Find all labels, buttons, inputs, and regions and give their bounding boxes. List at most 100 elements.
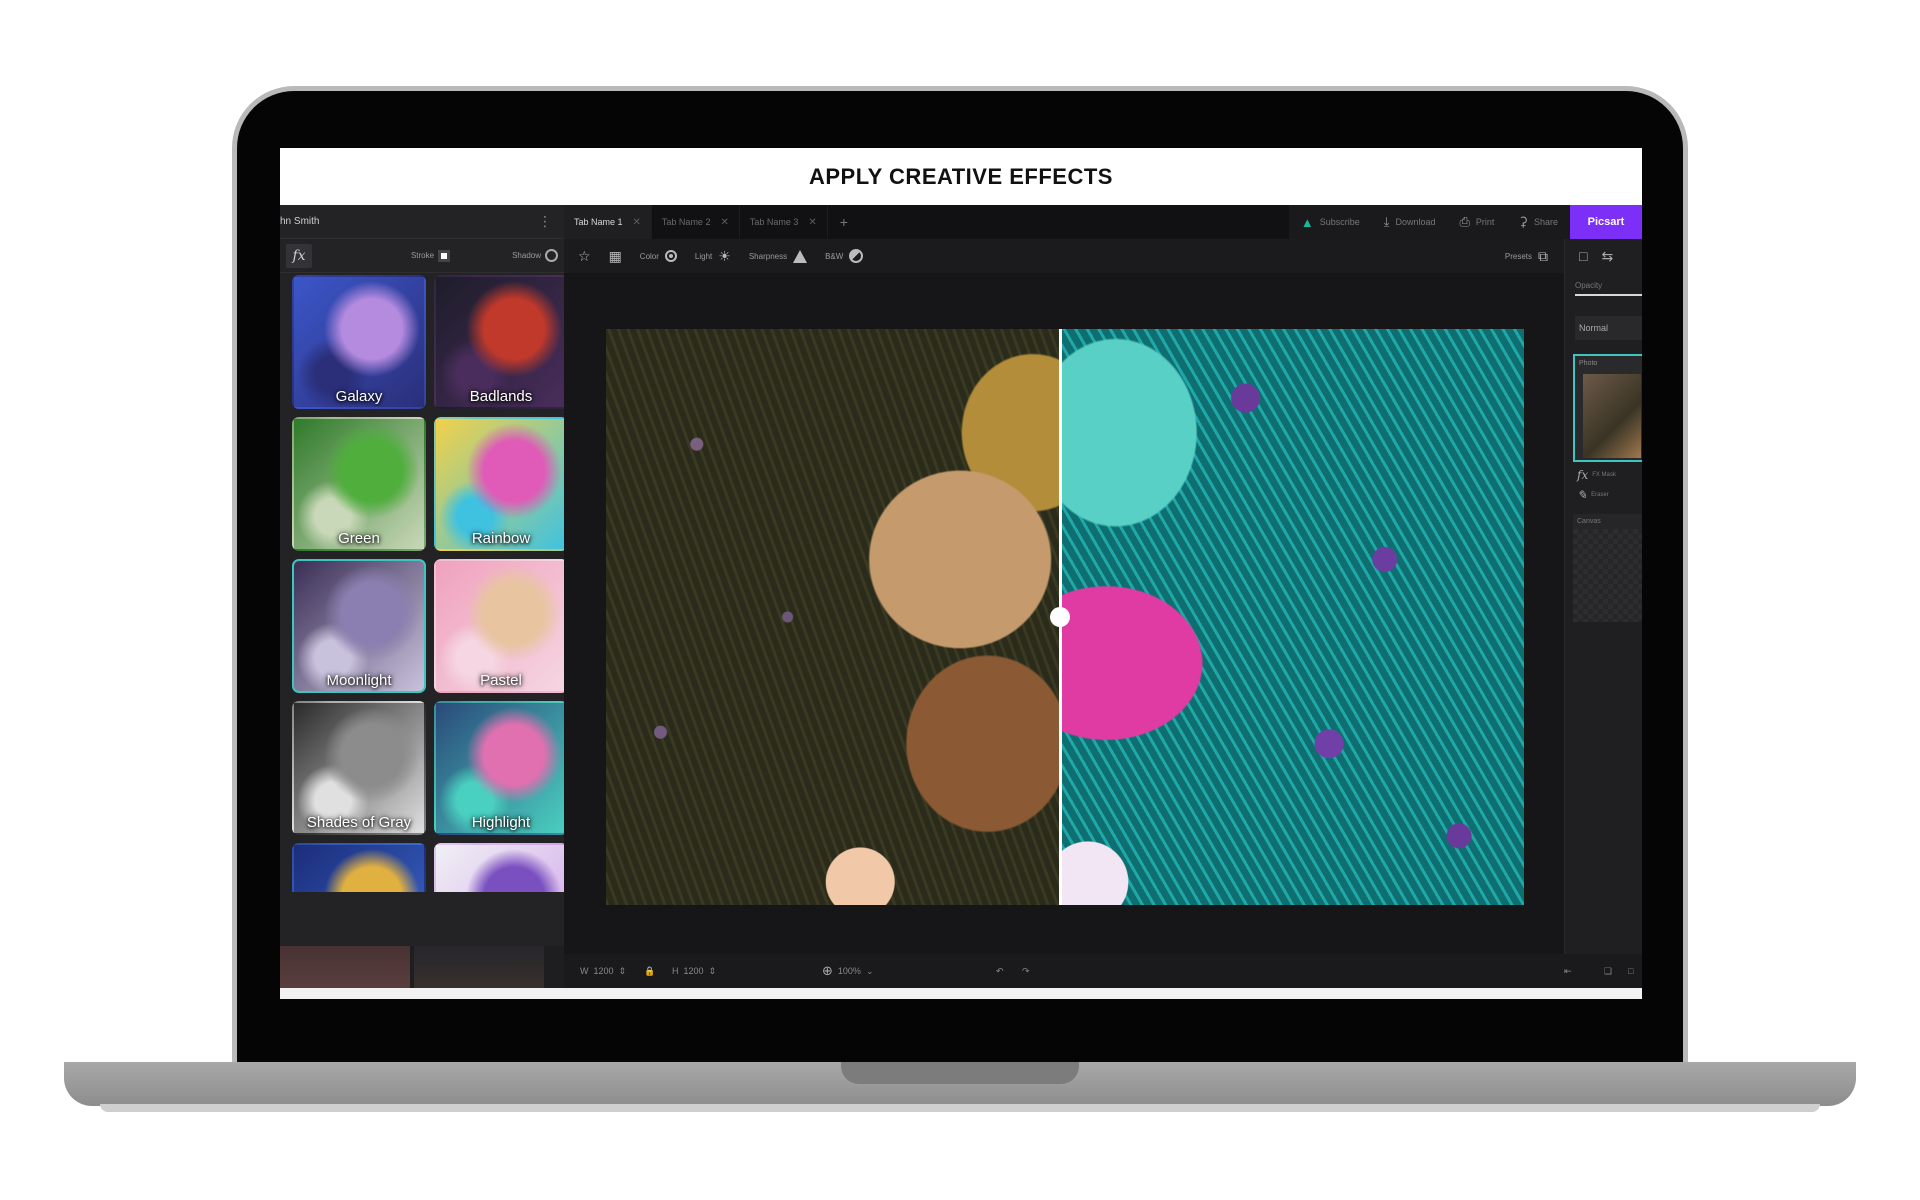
shadow-toggle[interactable]: Shadow [512, 249, 558, 262]
height-field[interactable]: H 1200 ⇕ [672, 966, 716, 977]
undo-icon[interactable]: ↶ [996, 966, 1004, 977]
light-label: Light [694, 251, 713, 261]
tab-3[interactable]: Tab Name 3 ✕ [740, 205, 828, 239]
fx-mask-layer[interactable]: fx FX Mask [1577, 468, 1642, 482]
sharpness-tool[interactable]: Sharpness [748, 249, 808, 263]
stroke-label: Stroke [410, 251, 435, 260]
more-vertical-icon[interactable]: ⋮ [538, 213, 552, 230]
effect-tile[interactable]: Highlight [434, 701, 564, 835]
effect-label: Highlight [471, 814, 531, 831]
tab-label: Tab Name 3 [749, 217, 799, 227]
photo-canvas[interactable] [606, 329, 1524, 905]
photo-layer[interactable]: Photo [1573, 354, 1642, 462]
headline: APPLY CREATIVE EFFECTS [280, 148, 1642, 205]
original-photo [606, 329, 1060, 905]
share-label: Share [1533, 217, 1558, 227]
effect-tools: fx Stroke Shadow [280, 239, 564, 273]
effect-label: Galaxy [335, 388, 383, 405]
effect-label: Rainbow [471, 530, 531, 547]
stepper-icon: ⇕ [708, 965, 717, 976]
eraser-label: Eraser [1591, 492, 1609, 498]
triangle-icon [793, 249, 808, 263]
presets-label: Presets [1504, 251, 1532, 261]
screen-bottom-edge [280, 988, 1642, 999]
opacity-slider[interactable] [1575, 294, 1642, 296]
sharpness-label: Sharpness [748, 251, 788, 261]
picsart-button[interactable]: Picsart [1570, 205, 1642, 239]
effect-tile[interactable]: Moonlight [292, 559, 426, 693]
canvas-layer-label: Canvas [1573, 514, 1642, 529]
laptop-notch [841, 1062, 1079, 1084]
presets-button[interactable]: Presets ⧉ [1505, 248, 1548, 265]
download-icon: ⤓ [1383, 214, 1390, 229]
tab-1[interactable]: Tab Name 1 ✕ [564, 205, 652, 239]
print-button[interactable]: ⎙ Print [1448, 214, 1507, 230]
width-label: W [580, 966, 589, 976]
flip-icon[interactable]: ⇆ [1601, 248, 1613, 265]
close-icon[interactable]: ✕ [633, 217, 641, 228]
zoom-control[interactable]: ⊕ 100% ⌄ [822, 963, 873, 979]
close-icon[interactable]: ✕ [720, 217, 728, 228]
top-actions: ▲ Subscribe ⤓ Download ⎙ Print ⚳ Share Picsa… [1288, 205, 1642, 239]
zoom-value: 100% [837, 966, 861, 976]
bw-label: B&W [825, 251, 844, 261]
tab-label: Tab Name 2 [661, 217, 711, 227]
effect-photo [1060, 329, 1524, 905]
effect-tile[interactable] [292, 843, 426, 892]
effect-tile[interactable]: Badlands [434, 275, 564, 409]
fx-mask-label: FX Mask [1592, 472, 1616, 478]
compare-handle[interactable] [1050, 607, 1070, 627]
blend-mode-select[interactable]: Normal [1575, 316, 1642, 340]
fx-icon[interactable]: fx [286, 243, 312, 268]
chevron-down-icon: ⌄ [865, 965, 874, 976]
align-icon[interactable]: ⇤ [1564, 966, 1572, 977]
effect-tile[interactable]: Galaxy [292, 275, 426, 409]
eraser-layer[interactable]: ✎ Eraser [1577, 488, 1642, 502]
effect-tile[interactable]: Rainbow [434, 417, 564, 551]
fx-icon: fx [1577, 468, 1589, 482]
color-tool[interactable]: Color [640, 250, 677, 262]
layer-tools: □ ⇆ [1565, 239, 1642, 273]
pages-icon[interactable]: □ [1628, 966, 1633, 976]
effect-label: Green [338, 530, 380, 547]
light-tool[interactable]: Light ☀ [695, 248, 731, 265]
effect-tile[interactable]: Green [292, 417, 426, 551]
sun-icon: ☀ [718, 247, 731, 264]
effects-grid: Galaxy Badlands Green Rainbow Moonlight Paste… [292, 275, 564, 892]
texture-icon[interactable]: ▦ [609, 248, 622, 265]
effect-label: Moonlight [326, 672, 392, 689]
shadow-icon [545, 249, 558, 262]
effect-tile[interactable]: Pastel [434, 559, 564, 693]
subscribe-button[interactable]: ▲ Subscribe [1289, 215, 1372, 230]
laptop-base-shadow [100, 1104, 1820, 1112]
layers-icon[interactable]: ❏ [1604, 966, 1612, 977]
tab-2[interactable]: Tab Name 2 ✕ [652, 205, 740, 239]
add-tab-icon[interactable]: + [828, 214, 860, 230]
effect-tile[interactable]: Shades of Gray [292, 701, 426, 835]
user-name: hn Smith [280, 216, 320, 227]
crop-icon[interactable]: □ [1579, 248, 1587, 264]
bw-tool[interactable]: B&W [825, 249, 864, 263]
close-icon[interactable]: ✕ [808, 217, 816, 228]
opacity-label: Opacity [1575, 281, 1603, 290]
canvas-layer[interactable]: Canvas [1573, 514, 1642, 622]
bottom-bar: W 1200 ⇕ 🔒 H 1200 ⇕ ⊕ 100% ⌄ ↶ ↷ ⇤ ❏ □ [564, 954, 1642, 988]
shadow-label: Shadow [512, 251, 541, 260]
download-button[interactable]: ⤓ Download [1372, 214, 1448, 230]
width-field[interactable]: W 1200 ⇕ [580, 966, 626, 977]
adjust-toolbar: ☆ ▦ Color Light ☀ Sharpness B&W Presets ⧉ [564, 239, 1564, 273]
presets-icon: ⧉ [1538, 247, 1548, 264]
effect-label: Shades of Gray [306, 814, 412, 831]
star-icon[interactable]: ☆ [578, 248, 591, 265]
effect-tile[interactable] [434, 843, 564, 892]
share-icon: ⚳ [1518, 214, 1528, 229]
width-value: 1200 [593, 966, 614, 976]
stroke-icon [438, 249, 451, 262]
stroke-toggle[interactable]: Stroke [410, 249, 451, 262]
layers-panel: □ ⇆ Opacity Normal Photo fx FX Mask ✎ Eras… [1564, 239, 1642, 954]
lock-icon[interactable]: 🔒 [644, 966, 655, 977]
redo-icon[interactable]: ↷ [1022, 966, 1030, 977]
print-icon: ⎙ [1459, 214, 1470, 229]
color-icon [664, 250, 677, 262]
share-button[interactable]: ⚳ Share [1506, 214, 1570, 230]
